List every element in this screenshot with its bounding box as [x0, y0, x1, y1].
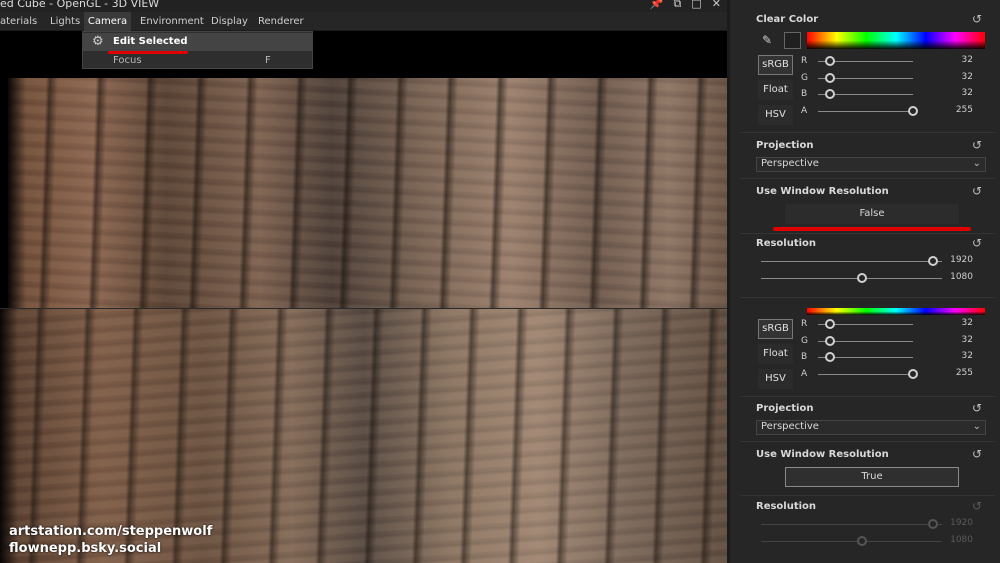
- use-window-resolution-toggle[interactable]: True: [785, 467, 959, 487]
- channel-value-r: 32: [961, 55, 973, 65]
- projection-value: Perspective: [761, 421, 819, 432]
- rock-render-top: [8, 78, 727, 308]
- reset-icon[interactable]: ↺: [970, 12, 984, 26]
- resolution-label: Resolution: [756, 501, 817, 512]
- channel-label-a: A: [801, 369, 808, 379]
- channel-value-a: 255: [955, 368, 973, 378]
- channel-label-g: G: [801, 336, 808, 346]
- projection-select[interactable]: Perspective ⌄: [756, 157, 986, 172]
- channel-value-b: 32: [961, 88, 973, 98]
- mode-float-button[interactable]: Float: [758, 344, 793, 364]
- mode-hsv-button[interactable]: HSV: [758, 105, 793, 125]
- resolution-height-slider[interactable]: [761, 278, 942, 279]
- channel-label-r: R: [801, 319, 808, 329]
- channel-value-r: 32: [961, 318, 973, 328]
- watermark-artstation: artstation.com/steppenwolf: [9, 524, 213, 539]
- menu-item-focus[interactable]: Focus F: [83, 52, 312, 70]
- gear-icon: ⚙: [92, 34, 104, 49]
- reset-icon[interactable]: ↺: [970, 138, 984, 152]
- channel-label-r: R: [801, 56, 808, 66]
- reset-icon[interactable]: ↺: [970, 184, 984, 198]
- menu-environment[interactable]: Environment: [140, 12, 204, 31]
- menu-item-shortcut: F: [265, 55, 271, 66]
- mode-float-button[interactable]: Float: [758, 80, 793, 100]
- resolution-label: Resolution: [756, 238, 817, 249]
- projection-value: Perspective: [761, 158, 819, 169]
- reset-icon[interactable]: ↺: [970, 447, 984, 461]
- menu-renderer[interactable]: Renderer: [258, 12, 308, 31]
- channel-value-a: 255: [955, 105, 973, 115]
- app-root: ed Cube - OpenGL - 3D VIEW 📌 ⧉ □ ✕ ateri…: [0, 0, 1000, 563]
- properties-panel: Clear Color ↺ ✎ sRGB Float HSV R 32 G 32 B 32…: [729, 0, 1000, 563]
- use-window-resolution-label: Use Window Resolution: [756, 186, 889, 197]
- slider-handle[interactable]: [908, 106, 918, 116]
- 3d-viewport[interactable]: artstation.com/steppenwolf flownepp.bsky…: [0, 31, 727, 563]
- chevron-down-icon: ⌄: [972, 158, 981, 169]
- use-window-resolution-label: Use Window Resolution: [756, 449, 889, 460]
- title-bar: ed Cube - OpenGL - 3D VIEW 📌 ⧉ □ ✕: [0, 0, 727, 12]
- menu-display[interactable]: Display: [211, 12, 251, 31]
- mode-srgb-button[interactable]: sRGB: [758, 55, 793, 75]
- restore-icon[interactable]: ⧉: [674, 0, 682, 11]
- resolution-width-value: 1920: [950, 518, 973, 528]
- menu-lights[interactable]: Lights: [50, 12, 82, 31]
- resolution-width-slider: [761, 524, 942, 525]
- window-title: ed Cube - OpenGL - 3D VIEW: [0, 0, 160, 10]
- menu-item-edit-selected[interactable]: ⚙ Edit Selected: [83, 33, 312, 51]
- projection-label: Projection: [756, 403, 814, 414]
- color-spectrum[interactable]: [807, 308, 985, 315]
- highlight-underline-false: [773, 227, 971, 231]
- slider-handle[interactable]: [908, 369, 918, 379]
- channel-value-g: 32: [961, 335, 973, 345]
- slider-handle[interactable]: [824, 73, 835, 83]
- resolution-width-value: 1920: [950, 255, 973, 265]
- reset-icon: ↺: [971, 499, 983, 513]
- resolution-width-slider[interactable]: [761, 261, 942, 262]
- reset-icon[interactable]: ↺: [970, 236, 984, 250]
- use-window-resolution-toggle[interactable]: False: [785, 204, 959, 224]
- channel-label-a: A: [801, 106, 808, 116]
- slider-handle[interactable]: [857, 273, 868, 283]
- slider-handle[interactable]: [824, 336, 835, 346]
- channel-slider-a[interactable]: [818, 374, 913, 375]
- menu-camera[interactable]: Camera: [84, 12, 131, 31]
- camera-dropdown-menu: ⚙ Edit Selected Focus F: [82, 31, 313, 69]
- resolution-height-value: 1080: [950, 535, 973, 545]
- pin-icon[interactable]: 📌: [650, 0, 664, 11]
- watermark-bsky: flownepp.bsky.social: [9, 541, 162, 556]
- reset-icon[interactable]: ↺: [970, 401, 984, 415]
- window-controls: 📌 ⧉ □ ✕: [650, 0, 721, 11]
- menu-materials[interactable]: aterials: [0, 12, 40, 31]
- channel-value-b: 32: [961, 351, 973, 361]
- channel-label-g: G: [801, 73, 808, 83]
- slider-handle: [857, 536, 868, 546]
- channel-label-b: B: [801, 352, 808, 362]
- slider-handle[interactable]: [824, 89, 835, 99]
- channel-value-g: 32: [961, 72, 973, 82]
- menu-item-label: Focus: [113, 55, 142, 66]
- color-swatch[interactable]: [784, 32, 801, 49]
- slider-handle[interactable]: [824, 352, 835, 362]
- color-spectrum[interactable]: [807, 32, 985, 49]
- projection-label: Projection: [756, 140, 814, 151]
- slider-handle[interactable]: [824, 319, 835, 329]
- menu-bar: aterials Lights Camera Environment Displ…: [0, 12, 727, 31]
- mode-srgb-button[interactable]: sRGB: [758, 319, 793, 339]
- close-icon[interactable]: ✕: [712, 0, 721, 11]
- resolution-height-value: 1080: [950, 272, 973, 282]
- eyedropper-icon[interactable]: ✎: [762, 33, 772, 47]
- slider-handle[interactable]: [824, 56, 835, 66]
- resolution-height-slider: [761, 541, 942, 542]
- projection-select[interactable]: Perspective ⌄: [756, 420, 986, 435]
- highlight-underline-edit-selected: [108, 51, 188, 54]
- channel-label-b: B: [801, 89, 808, 99]
- channel-slider-a[interactable]: [818, 111, 913, 112]
- menu-item-label: Edit Selected: [113, 36, 188, 47]
- chevron-down-icon: ⌄: [972, 421, 981, 432]
- maximize-icon[interactable]: □: [691, 0, 701, 11]
- clear-color-label: Clear Color: [756, 14, 819, 25]
- mode-hsv-button[interactable]: HSV: [758, 369, 793, 389]
